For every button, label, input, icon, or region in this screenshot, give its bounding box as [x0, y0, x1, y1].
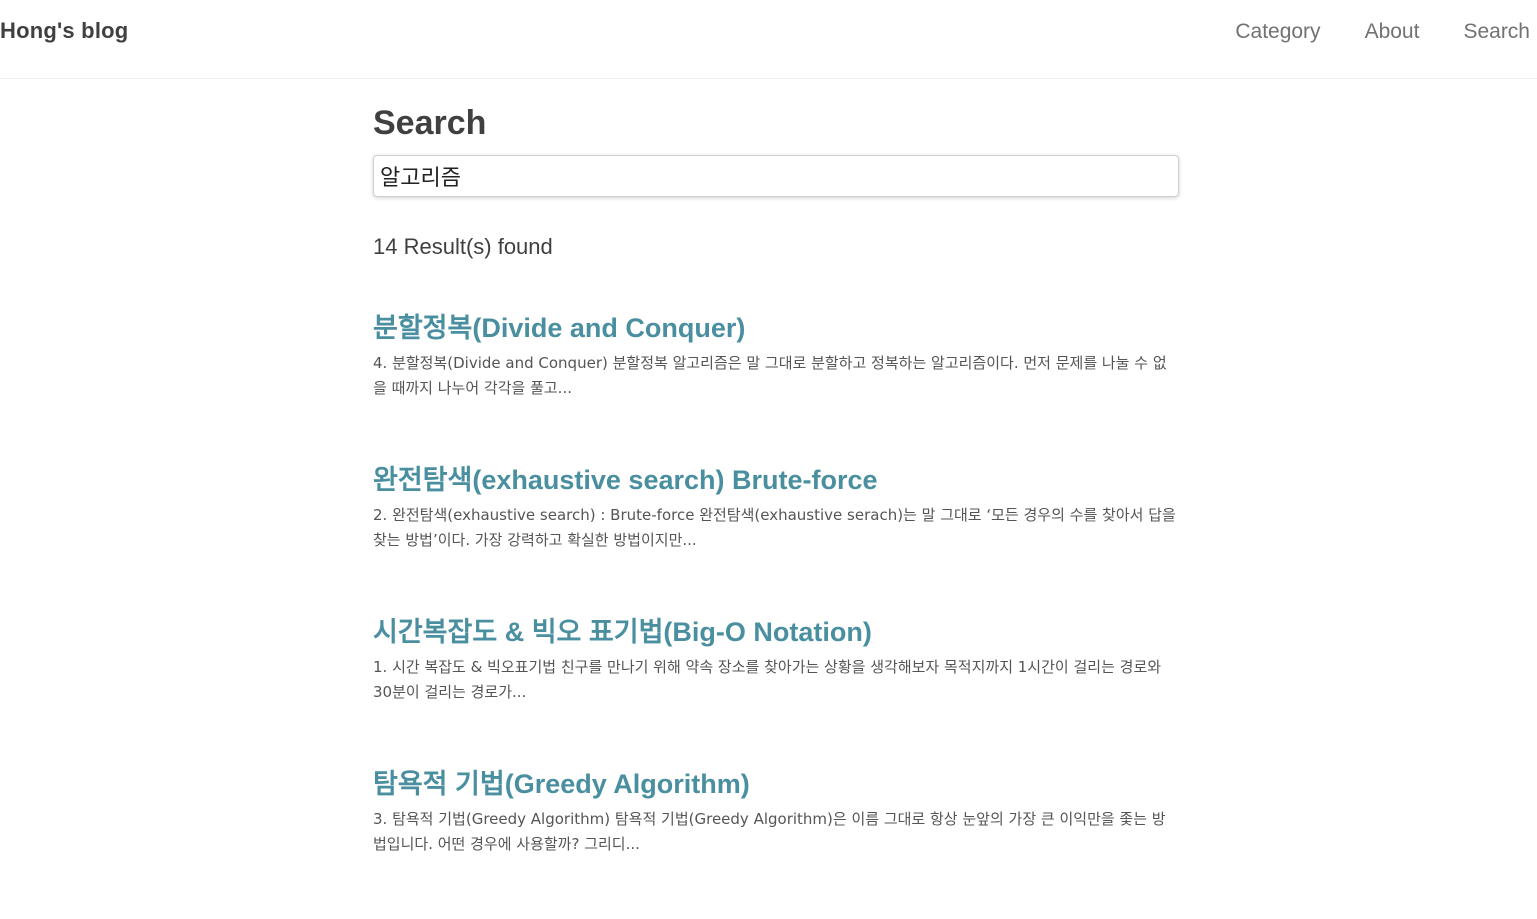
result-excerpt: 1. 시간 복잡도 & 빅오표기법 친구를 만나기 위해 약속 장소를 찾아가는… — [373, 658, 1162, 701]
main-nav: Category About Search — [1235, 20, 1530, 44]
page-title: Search — [373, 104, 487, 142]
blog-brand-link[interactable]: Hong's blog — [0, 18, 128, 44]
search-result-item: 완전탐색(exhaustive search) Brute-force 2. 완… — [373, 463, 1179, 615]
nav-link-search[interactable]: Search — [1463, 20, 1530, 44]
top-navbar: Hong's blog Category About Search — [0, 0, 1537, 79]
result-excerpt: 3. 탐욕적 기법(Greedy Algorithm) 탐욕적 기법(Greed… — [373, 810, 1166, 853]
result-title-link[interactable]: 탐욕적 기법(Greedy Algorithm) — [373, 767, 1179, 801]
search-result-item: 탐욕적 기법(Greedy Algorithm) 3. 탐욕적 기법(Greed… — [373, 767, 1179, 919]
result-title-link[interactable]: 시간복잡도 & 빅오 표기법(Big-O Notation) — [373, 615, 1179, 649]
search-result-item: 시간복잡도 & 빅오 표기법(Big-O Notation) 1. 시간 복잡도… — [373, 615, 1179, 767]
result-excerpt: 4. 분할정복(Divide and Conquer) 분할정복 알고리즘은 말… — [373, 354, 1167, 397]
result-count: 14 Result(s) found — [373, 234, 553, 259]
result-excerpt: 2. 완전탐색(exhaustive search) : Brute-force… — [373, 506, 1176, 549]
nav-link-about[interactable]: About — [1365, 20, 1420, 44]
nav-link-category[interactable]: Category — [1235, 20, 1320, 44]
main-content: Search 14 Result(s) found 분할정복(Divide an… — [373, 79, 1179, 919]
search-result-item: 분할정복(Divide and Conquer) 4. 분할정복(Divide … — [373, 311, 1179, 463]
search-results-list: 분할정복(Divide and Conquer) 4. 분할정복(Divide … — [373, 311, 1179, 919]
search-input[interactable] — [373, 155, 1179, 197]
result-title-link[interactable]: 완전탐색(exhaustive search) Brute-force — [373, 463, 1179, 497]
result-title-link[interactable]: 분할정복(Divide and Conquer) — [373, 311, 1179, 345]
